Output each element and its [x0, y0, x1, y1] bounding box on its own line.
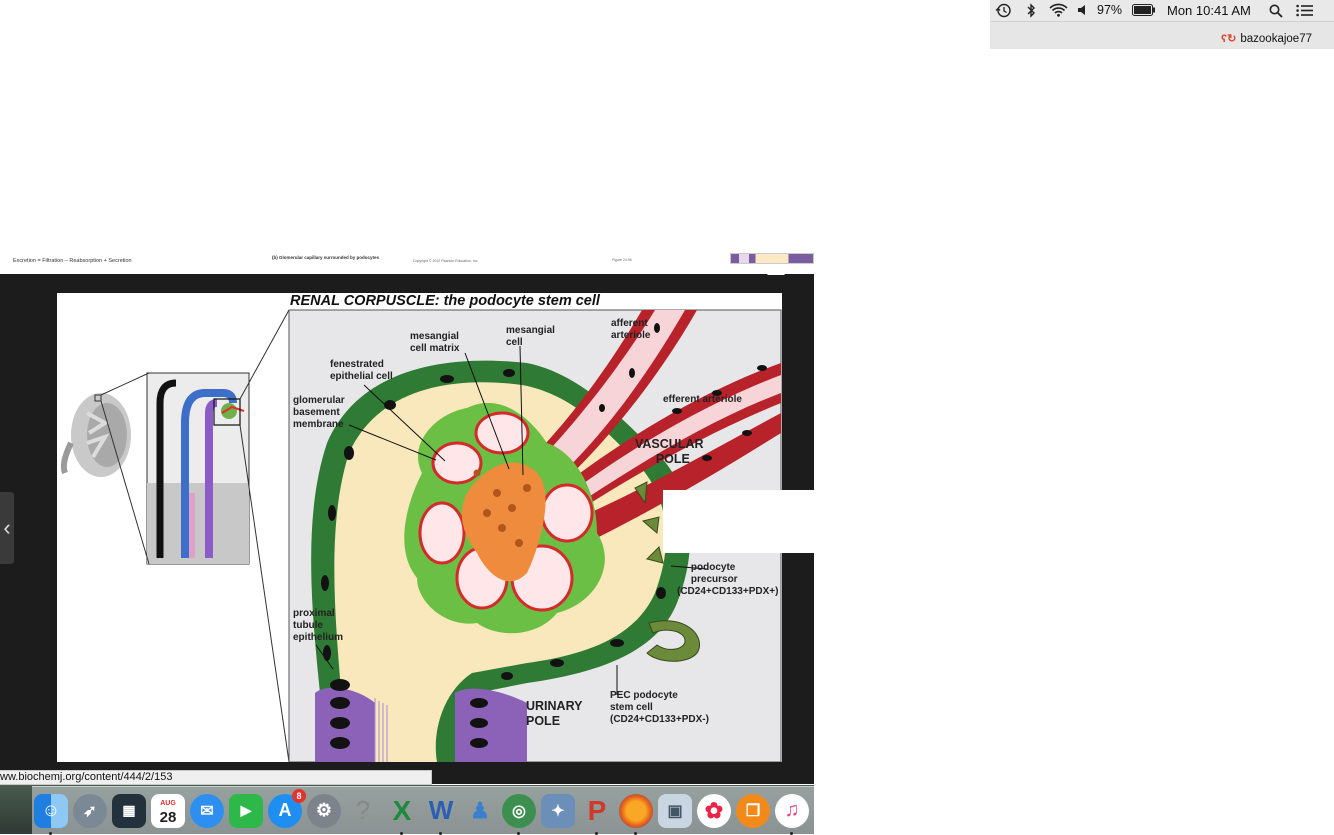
slide-figure-ref: Figure 24.9b	[612, 258, 632, 262]
messages-icon[interactable]: ✉	[190, 793, 224, 828]
label-glomerular-basement-membrane: glomerular basement membrane	[293, 395, 345, 430]
system-preferences-icon[interactable]: ⚙	[307, 793, 341, 828]
volume-icon[interactable]	[1076, 3, 1088, 17]
network-globe-icon[interactable]: ◎	[502, 793, 536, 835]
previous-image-button[interactable]: ‹	[0, 492, 14, 564]
label-efferent-arteriole: efferent arteriole	[663, 394, 742, 405]
label-podocyte-precursor: podocyte precursor (CD24+CD133+PDX+)	[677, 562, 779, 597]
people-icon[interactable]: ♟	[463, 794, 497, 828]
label-mesangial-matrix: mesangial cell matrix	[410, 331, 460, 354]
clock[interactable]: Mon 10:41 AM	[1167, 3, 1251, 18]
slide-center-text: (b) Glomerular capillary surrounded by p…	[272, 255, 380, 260]
calendar-icon[interactable]: AUG 28	[151, 793, 185, 828]
image-viewer-icon[interactable]: ▣	[658, 793, 692, 828]
label-afferent-arteriole: afferent arteriole	[611, 318, 651, 341]
menu-bar: 97% Mon 10:41 AM	[990, 0, 1334, 22]
chevron-left-icon: ‹	[3, 515, 11, 540]
mission-control-icon[interactable]: ▦	[112, 793, 146, 828]
dock: ☺ ➶ ▦ AUG 28 ✉ ▶ A8 ⚙ ? X W ♟ ◎ ✦ P ▣ ✿ …	[32, 786, 814, 835]
help-icon[interactable]: ?	[346, 794, 380, 828]
launchpad-icon[interactable]: ➶	[73, 793, 107, 828]
word-icon[interactable]: W	[424, 794, 458, 835]
ibooks-icon[interactable]: ❒	[736, 793, 770, 828]
powerpoint-icon[interactable]: P	[580, 794, 614, 835]
kidney-illustration	[60, 393, 131, 477]
time-machine-icon[interactable]	[994, 2, 1012, 18]
spotlight-search-icon[interactable]	[1268, 3, 1283, 18]
user-bar: ʕ↻ bazookajoe77	[990, 22, 1334, 49]
finder-icon[interactable]: ☺	[34, 793, 68, 835]
slide-copyright: Copyright © 2012 Pearson Education, Inc.	[413, 259, 479, 263]
blank-overlay	[663, 490, 814, 553]
preview-icon[interactable]: ✦	[541, 793, 575, 828]
facetime-icon[interactable]: ▶	[229, 793, 263, 828]
sync-icon: ʕ↻	[1221, 33, 1237, 45]
label-mesangial-cell: mesangial cell	[506, 325, 555, 348]
label-fenestrated-epithelial-cell: fenestrated epithelial cell	[330, 359, 393, 382]
thumbnail-pointer	[767, 266, 785, 275]
app-store-badge: 8	[292, 788, 306, 803]
app-store-icon[interactable]: A8	[268, 788, 306, 828]
itunes-icon[interactable]: ♫	[775, 793, 809, 835]
firefox-icon[interactable]	[619, 793, 653, 835]
photos-icon[interactable]: ✿	[697, 793, 731, 828]
figure-title: RENAL CORPUSCLE: the podocyte stem cell	[290, 293, 600, 309]
username: bazookajoe77	[1240, 32, 1312, 45]
label-vascular-pole: VASCULAR POLE	[635, 437, 704, 466]
wifi-icon[interactable]	[1048, 2, 1068, 18]
label-urinary-pole: URINARY POLE	[526, 699, 583, 728]
label-pec-podocyte-stem-cell: PEC podocyte stem cell (CD24+CD133+PDX-)	[610, 690, 709, 725]
battery-percent: 97%	[1097, 3, 1123, 17]
thumbnail-preview[interactable]	[730, 253, 814, 264]
notification-center-icon[interactable]	[1295, 3, 1313, 18]
slide-left-text: Excretion = Filtration – Reabsorption + …	[13, 258, 132, 264]
status-url-bar: ww.biochemj.org/content/444/2/153	[0, 770, 432, 785]
battery-icon[interactable]	[1132, 4, 1156, 16]
calendar-day: 28	[159, 808, 177, 826]
excel-icon[interactable]: X	[385, 794, 419, 835]
slide-header-strip: Excretion = Filtration – Reabsorption + …	[0, 250, 814, 274]
nephron-inset	[146, 372, 250, 565]
label-proximal-tubule-epithelium: proximal tubule epithelium	[293, 608, 344, 643]
bluetooth-icon[interactable]	[1025, 2, 1037, 18]
user-account[interactable]: ʕ↻ bazookajoe77	[1221, 32, 1312, 46]
